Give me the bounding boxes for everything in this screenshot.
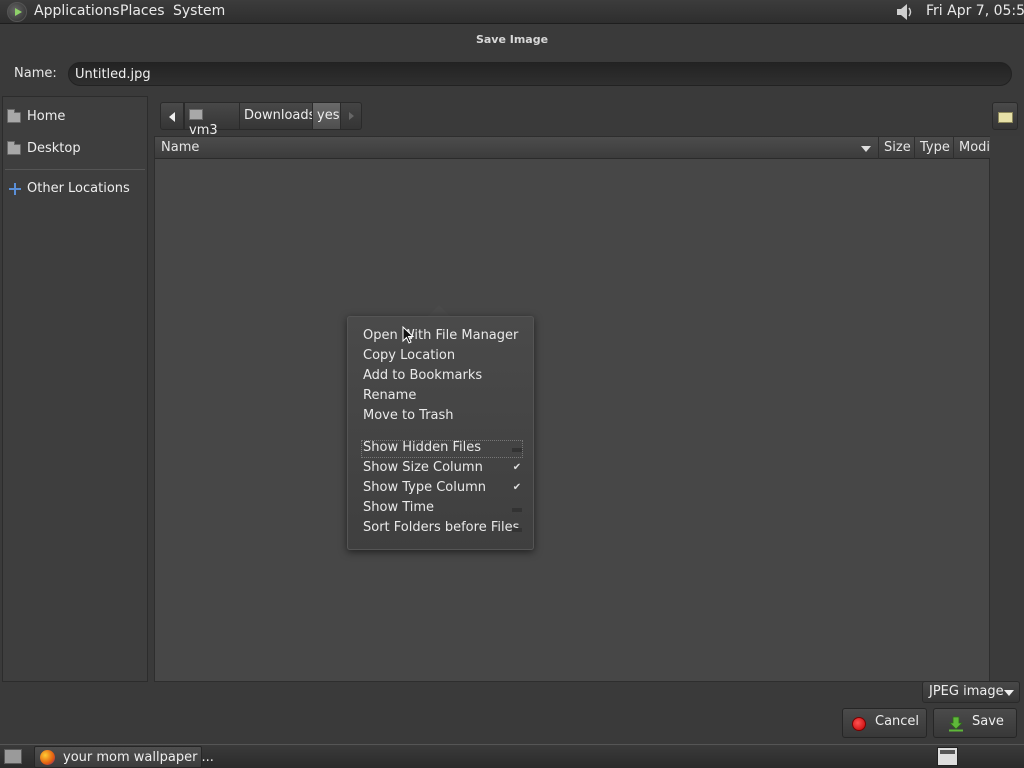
sidebar-item-label: Desktop bbox=[27, 141, 81, 156]
path-forward-button[interactable] bbox=[340, 102, 362, 130]
checkmark-icon: ✔ bbox=[512, 462, 522, 473]
sidebar-item-home[interactable]: Home bbox=[7, 106, 145, 128]
sort-descending-icon bbox=[861, 146, 871, 152]
column-header-modified[interactable]: Modifi bbox=[959, 140, 989, 155]
list-header: Name Size Type Modifi bbox=[155, 137, 991, 159]
menu-item-add-to-bookmarks[interactable]: Add to Bookmarks bbox=[363, 368, 482, 383]
path-crumb-vm3[interactable]: vm3 bbox=[184, 102, 240, 138]
column-divider bbox=[878, 137, 879, 159]
save-button-label: Save bbox=[972, 714, 1004, 729]
applications-menu[interactable]: Applications bbox=[34, 3, 120, 19]
column-header-name[interactable]: Name bbox=[161, 140, 199, 155]
new-folder-icon bbox=[998, 112, 1013, 123]
folder-desktop-icon bbox=[7, 141, 21, 155]
home-folder-icon bbox=[189, 109, 203, 120]
download-arrow-icon bbox=[949, 716, 963, 732]
sidebar-item-label: Home bbox=[27, 109, 66, 124]
menu-item-sort-folders-before-files[interactable]: Sort Folders before Files bbox=[363, 520, 519, 535]
save-button[interactable]: Save bbox=[933, 708, 1017, 738]
app-menu-logo-icon[interactable] bbox=[7, 2, 27, 22]
menu-item-open-with-file-manager[interactable]: Open With File Manager bbox=[363, 328, 518, 343]
taskbar: your mom wallpaper ... bbox=[0, 744, 1024, 768]
column-divider bbox=[953, 137, 954, 159]
sidebar-item-other-locations[interactable]: Other Locations bbox=[7, 178, 145, 200]
list-side-panel bbox=[990, 136, 1020, 682]
folder-home-icon bbox=[7, 109, 21, 123]
checkmark-icon: ✔ bbox=[512, 482, 522, 493]
volume-icon[interactable] bbox=[894, 2, 916, 22]
context-menu-pointer bbox=[428, 305, 450, 316]
dialog-title: Save Image bbox=[475, 33, 549, 46]
workspace-switcher-icon[interactable] bbox=[937, 747, 958, 766]
menu-item-show-size-column[interactable]: Show Size Column bbox=[363, 460, 483, 475]
sidebar-item-desktop[interactable]: Desktop bbox=[7, 138, 145, 160]
sidebar-item-label: Other Locations bbox=[27, 181, 130, 196]
checkbox-unchecked-icon bbox=[512, 528, 522, 532]
cancel-icon bbox=[852, 717, 866, 731]
name-label: Name: bbox=[14, 66, 57, 81]
places-sidebar: Home Desktop Other Locations bbox=[2, 96, 148, 682]
crumb-label: yes bbox=[317, 108, 340, 123]
menu-item-show-hidden-files[interactable]: Show Hidden Files bbox=[363, 440, 481, 455]
filename-input[interactable] bbox=[68, 62, 1012, 86]
firefox-icon bbox=[40, 750, 55, 765]
places-menu[interactable]: Places bbox=[120, 3, 165, 19]
path-crumb-downloads[interactable]: Downloads bbox=[239, 102, 316, 130]
filetype-select[interactable]: JPEG image bbox=[922, 681, 1020, 703]
menu-item-show-time[interactable]: Show Time bbox=[363, 500, 434, 515]
file-list[interactable]: Name Size Type Modifi bbox=[154, 136, 991, 682]
checkbox-unchecked-icon bbox=[512, 448, 522, 452]
path-crumb-yes[interactable]: yes bbox=[312, 102, 341, 130]
cancel-button-label: Cancel bbox=[875, 714, 920, 729]
taskbar-window-label: your mom wallpaper ... bbox=[63, 750, 214, 765]
menu-item-move-to-trash[interactable]: Move to Trash bbox=[363, 408, 454, 423]
column-header-type[interactable]: Type bbox=[920, 140, 950, 155]
menu-item-rename[interactable]: Rename bbox=[363, 388, 416, 403]
crumb-label: Downloads bbox=[244, 108, 316, 123]
menu-item-show-type-column[interactable]: Show Type Column bbox=[363, 480, 486, 495]
cancel-button[interactable]: Cancel bbox=[842, 708, 927, 738]
show-desktop-icon[interactable] bbox=[4, 749, 22, 764]
menu-item-copy-location[interactable]: Copy Location bbox=[363, 348, 455, 363]
column-divider bbox=[914, 137, 915, 159]
taskbar-window-button[interactable]: your mom wallpaper ... bbox=[34, 746, 214, 768]
panel-clock[interactable]: Fri Apr 7, 05:59 bbox=[926, 3, 1024, 19]
checkbox-unchecked-icon bbox=[512, 508, 522, 512]
column-header-size[interactable]: Size bbox=[884, 140, 911, 155]
sidebar-divider bbox=[5, 169, 145, 170]
context-menu: Open With File Manager Copy Location Add… bbox=[347, 316, 534, 550]
top-panel: Applications Places System Fri Apr 7, 05… bbox=[0, 0, 1024, 24]
create-folder-button[interactable] bbox=[992, 102, 1018, 130]
network-icon bbox=[9, 183, 21, 195]
mouse-cursor-icon bbox=[402, 326, 414, 344]
path-back-button[interactable] bbox=[160, 102, 184, 130]
system-menu[interactable]: System bbox=[173, 3, 225, 19]
